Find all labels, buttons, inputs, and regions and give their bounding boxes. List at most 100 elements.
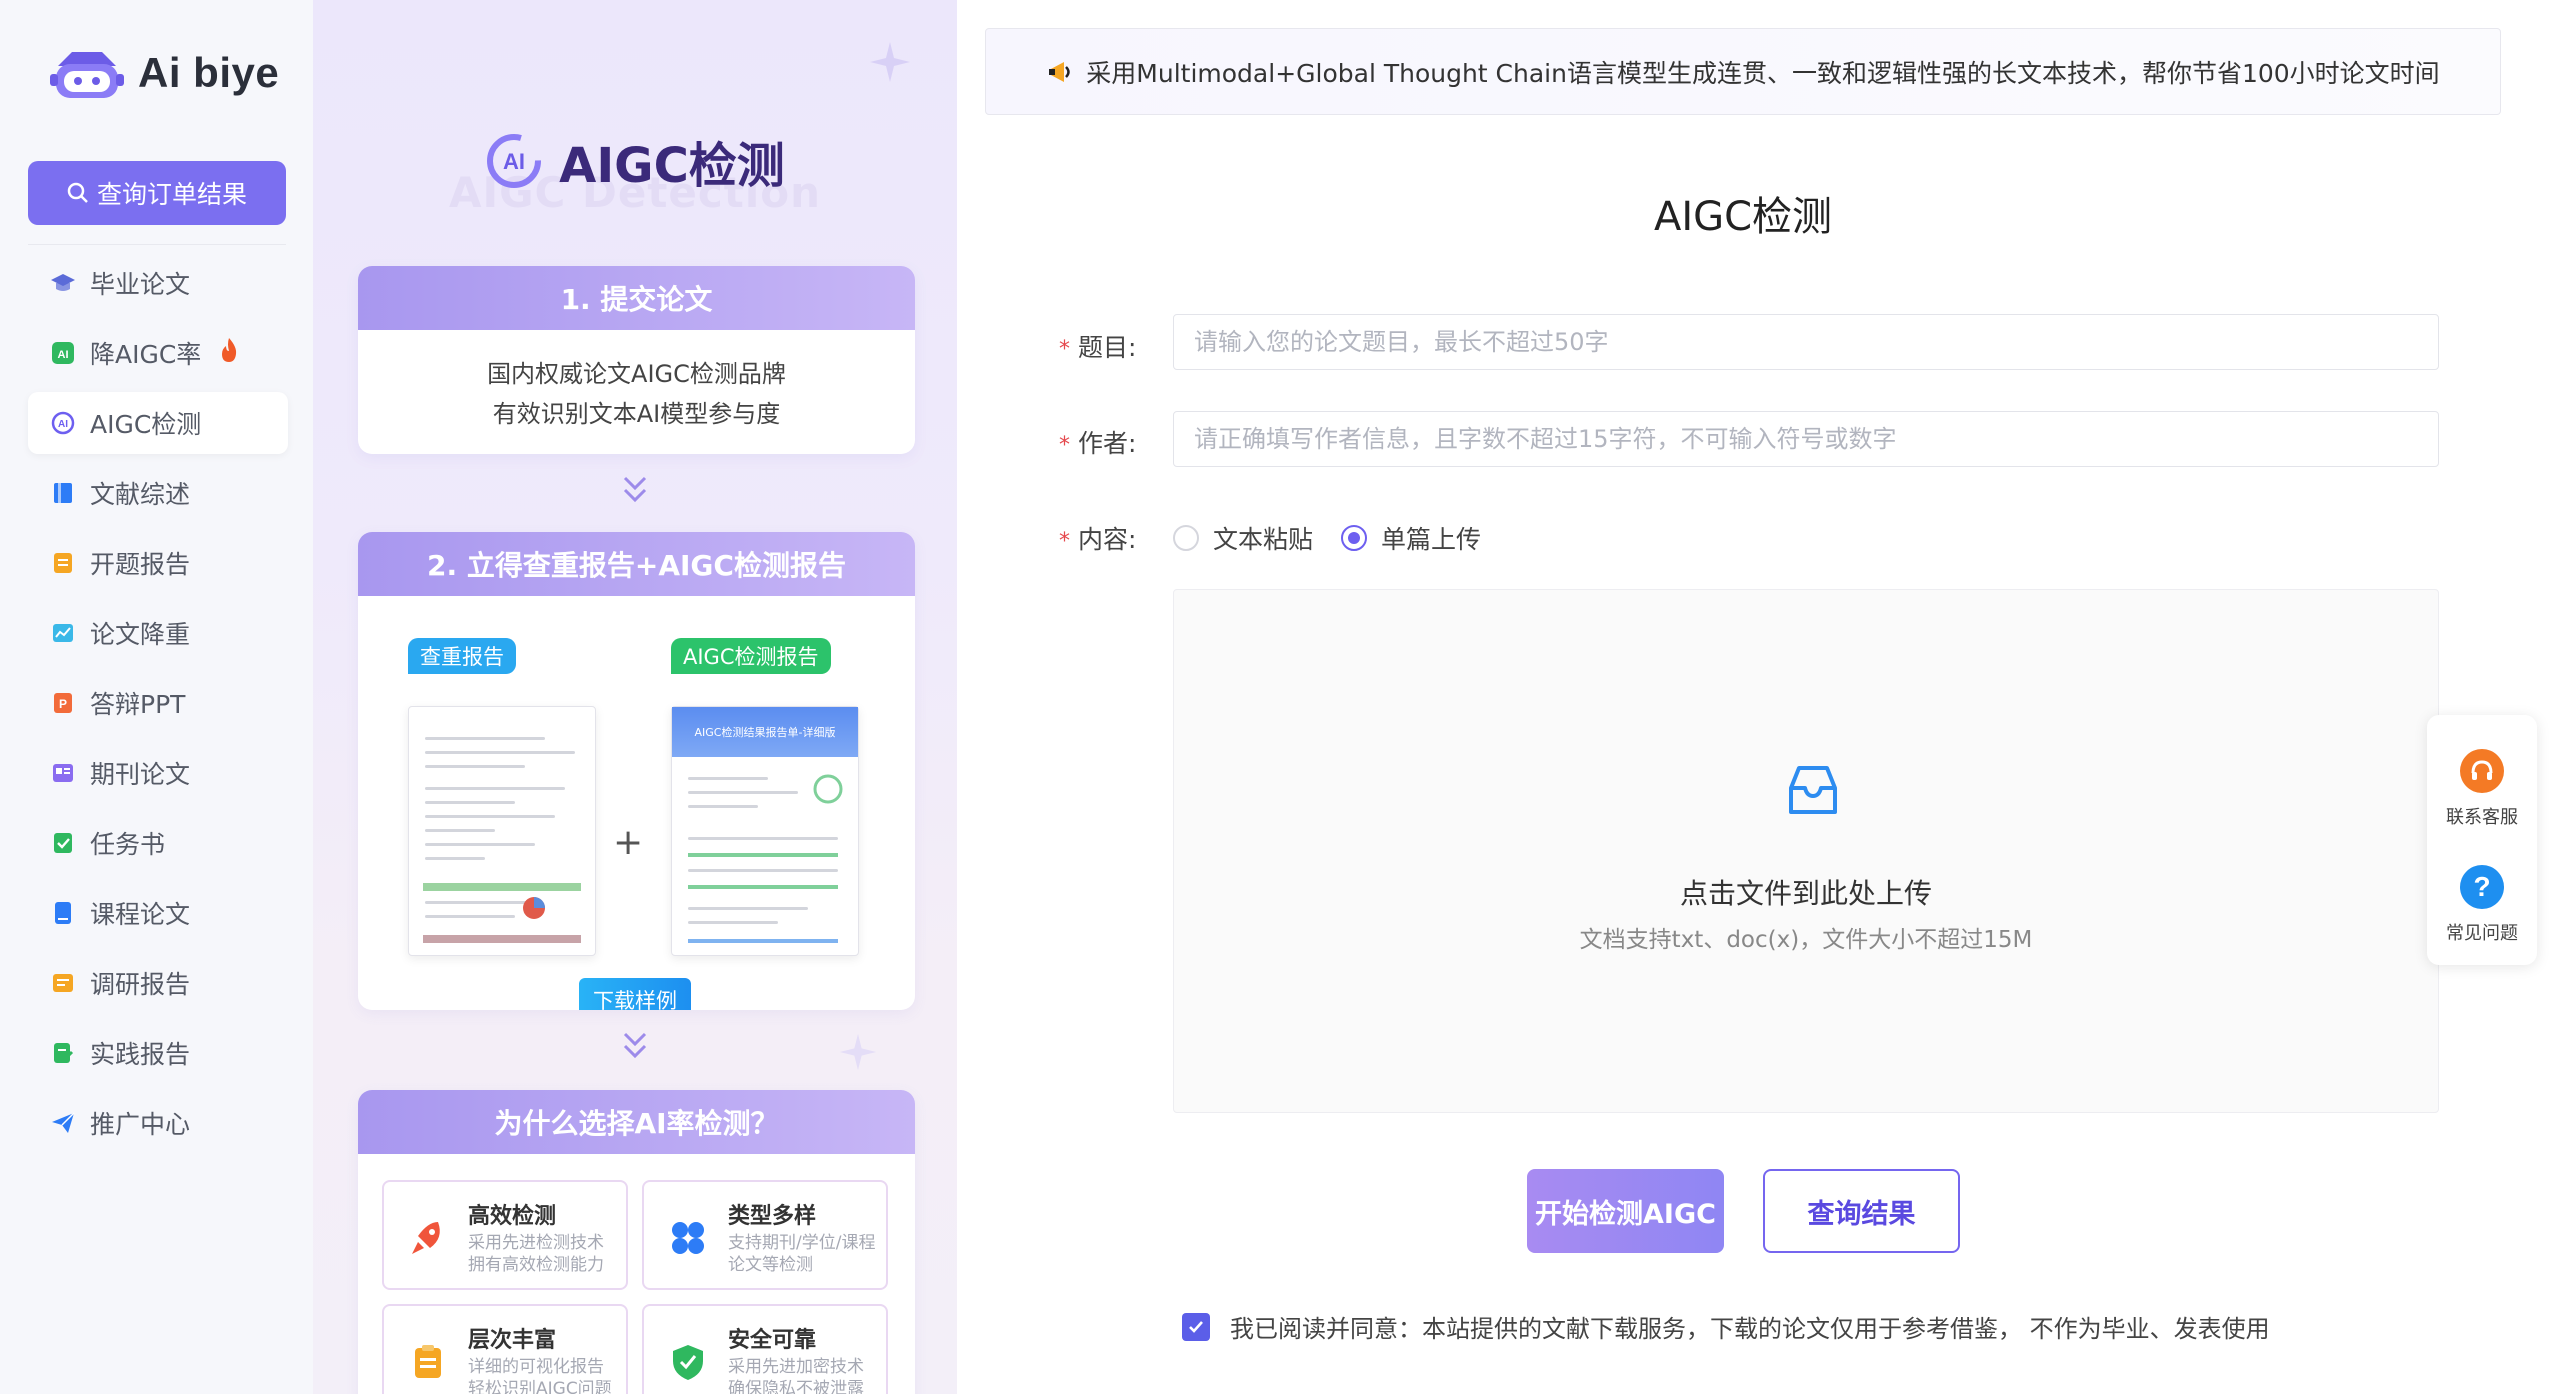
query-order-label: 查询订单结果: [96, 180, 247, 209]
sidebar-item-label: AIGC检测: [90, 410, 202, 439]
contact-service-label: 联系客服: [2446, 807, 2518, 828]
file-upload-dropzone[interactable]: 点击文件到此处上传 文档支持txt、doc(x)，文件大小不超过15M: [1173, 589, 2439, 1113]
start-detection-button[interactable]: 开始检测AIGC: [1527, 1169, 1724, 1253]
sidebar-item-label: 任务书: [90, 830, 166, 859]
plagiarism-report-tag: 查重报告: [408, 638, 516, 674]
content-type-radio-group: 文本粘贴 单篇上传: [1173, 520, 1481, 556]
fire-icon: [219, 337, 239, 369]
sidebar-nav: 毕业论文 AI 降AIGC率 AI AIGC检测 文献综述 开题报告 论文降重 P 答辩PPT 期刊…: [28, 252, 288, 1162]
radio-button[interactable]: [1341, 525, 1368, 551]
feature-card: 层次丰富 详细的可视化报告轻松识别AIGC问题: [382, 1304, 628, 1394]
download-sample-button[interactable]: 下载样例: [579, 978, 691, 1010]
ai-scan-icon: AI: [487, 134, 542, 188]
upload-hint-text: 文档支持txt、doc(x)，文件大小不超过15M: [1579, 927, 2033, 953]
clipboard-icon: [406, 1340, 450, 1384]
why-choose-card: 为什么选择AI率检测？ 高效检测 采用先进检测技术拥有高效检测能力 类型多样 支持期刊…: [358, 1090, 915, 1394]
sidebar-item-label: 文献综述: [90, 480, 191, 509]
upload-main-text: 点击文件到此处上传: [1679, 877, 1932, 910]
sidebar-item-1[interactable]: AI 降AIGC率: [28, 322, 288, 384]
agreement-checkbox[interactable]: [1182, 1312, 1210, 1341]
sidebar-item-label: 开题报告: [90, 550, 191, 579]
sparkle-icon: [839, 1033, 877, 1071]
sidebar-item-5[interactable]: 论文降重: [28, 602, 288, 664]
promo-heading: AIGC Detection AI AIGC检测: [313, 118, 957, 218]
radio-button[interactable]: [1173, 525, 1199, 551]
plagiarism-report-preview: [408, 706, 596, 956]
aigc-report-doc-header: AIGC检测结果报告单-详细版: [672, 707, 858, 757]
sidebar-item-4[interactable]: 开题报告: [28, 532, 288, 594]
author-input[interactable]: [1173, 411, 2439, 467]
sidebar-item-3[interactable]: 文献综述: [28, 462, 288, 524]
faq-button[interactable]: ? 常见问题: [2427, 865, 2537, 945]
sidebar-item-label: 实践报告: [90, 1040, 191, 1069]
sidebar-item-label: 论文降重: [90, 620, 191, 649]
sidebar-item-10[interactable]: 调研报告: [28, 952, 288, 1014]
sidebar-item-12[interactable]: 推广中心: [28, 1092, 288, 1154]
edit-doc-icon: [50, 1040, 76, 1066]
radio-label: 文本粘贴: [1213, 525, 1314, 554]
sidebar-item-11[interactable]: 实践报告: [28, 1022, 288, 1084]
sidebar-item-9[interactable]: 课程论文: [28, 882, 288, 944]
feature-card: 高效检测采用先进检测技术拥有高效检测能力: [382, 1180, 628, 1290]
headset-icon: [2460, 749, 2504, 793]
feature-title: 高效检测: [468, 1204, 557, 1229]
floating-support-panel: 联系客服 ? 常见问题: [2427, 715, 2537, 965]
sidebar-item-8[interactable]: 任务书: [28, 812, 288, 874]
checkmark-icon: [1189, 1320, 1203, 1333]
book-icon: [50, 480, 76, 506]
sidebar: Ai biye 查询订单结果 毕业论文 AI 降AIGC率 AI AIGC检测 文献综述开…: [0, 0, 313, 1394]
sidebar-item-label: 推广中心: [90, 1110, 191, 1139]
aigc-report-tag: AIGC检测报告: [671, 638, 831, 674]
topic-label: * 题目:: [1059, 333, 1137, 362]
feature-title: 层次丰富: [468, 1328, 557, 1353]
ppt-icon: P: [50, 690, 76, 716]
promo-panel: AIGC Detection AI AIGC检测 1. 提交论文 国内权威论文A…: [313, 0, 957, 1394]
grid-icon: [666, 1216, 710, 1260]
chevron-down-icon: [313, 474, 957, 516]
svg-text:AI: AI: [58, 419, 68, 430]
topic-input[interactable]: [1173, 314, 2439, 370]
step2-card: 2. 立得查重报告+AIGC检测报告 查重报告 + AIGC检测结果报告单-详细…: [358, 532, 915, 1010]
contact-service-button[interactable]: 联系客服: [2427, 749, 2537, 829]
radio-label: 单篇上传: [1381, 525, 1482, 554]
shield-check-icon: [666, 1340, 710, 1384]
sidebar-item-2[interactable]: AI AIGC检测: [28, 392, 288, 454]
feature-description: 采用先进检测技术拥有高效检测能力: [468, 1233, 604, 1275]
sidebar-divider: [28, 244, 286, 245]
notebook-icon: [50, 900, 76, 926]
sparkle-icon: [870, 42, 910, 82]
sidebar-item-6[interactable]: P 答辩PPT: [28, 672, 288, 734]
brand-name: Ai biye: [138, 49, 280, 96]
svg-text:AI: AI: [58, 349, 69, 361]
inbox-icon: [1789, 766, 1837, 814]
question-icon: ?: [2460, 865, 2504, 909]
chart-icon: [50, 620, 76, 646]
aigc-report-preview: AIGC检测结果报告单-详细版: [671, 706, 859, 956]
faq-label: 常见问题: [2446, 923, 2518, 944]
feature-grid: 高效检测 采用先进检测技术拥有高效检测能力 类型多样 支持期刊/学位/课程论文等检测层…: [358, 1154, 915, 1394]
promo-title: AIGC检测: [559, 138, 785, 194]
ai-badge-icon: AI: [50, 340, 76, 366]
paper-plane-icon: [50, 1110, 76, 1136]
sidebar-item-label: 期刊论文: [90, 760, 191, 789]
notice-banner: 采用Multimodal+Global Thought Chain语言模型生成连…: [985, 28, 2501, 115]
notice-text: 采用Multimodal+Global Thought Chain语言模型生成连…: [1086, 58, 2440, 88]
content-option-0[interactable]: 文本粘贴: [1173, 520, 1313, 556]
svg-text:AI: AI: [503, 149, 525, 174]
query-order-button[interactable]: 查询订单结果: [28, 161, 286, 225]
agreement-row: 我已阅读并同意：本站提供的文献下载服务，下载的论文仅用于参考借鉴， 不作为毕业、…: [1182, 1309, 2270, 1344]
agreement-text: 我已阅读并同意：本站提供的文献下载服务，下载的论文仅用于参考借鉴， 不作为毕业、…: [1230, 1315, 2270, 1343]
why-choose-heading: 为什么选择AI率检测？: [358, 1090, 915, 1154]
plus-sign: +: [613, 822, 644, 863]
sidebar-item-label: 毕业论文: [90, 270, 191, 299]
sidebar-item-label: 课程论文: [90, 900, 191, 929]
author-label: * 作者:: [1059, 429, 1137, 458]
sidebar-item-7[interactable]: 期刊论文: [28, 742, 288, 804]
survey-icon: [50, 970, 76, 996]
query-result-button[interactable]: 查询结果: [1763, 1169, 1960, 1253]
content-option-1[interactable]: 单篇上传: [1341, 520, 1481, 556]
feature-description: 采用先进加密技术确保隐私不被泄露: [728, 1357, 864, 1394]
sidebar-item-0[interactable]: 毕业论文: [28, 252, 288, 314]
feature-description: 支持期刊/学位/课程论文等检测: [728, 1233, 876, 1275]
brand[interactable]: Ai biye: [50, 38, 279, 108]
